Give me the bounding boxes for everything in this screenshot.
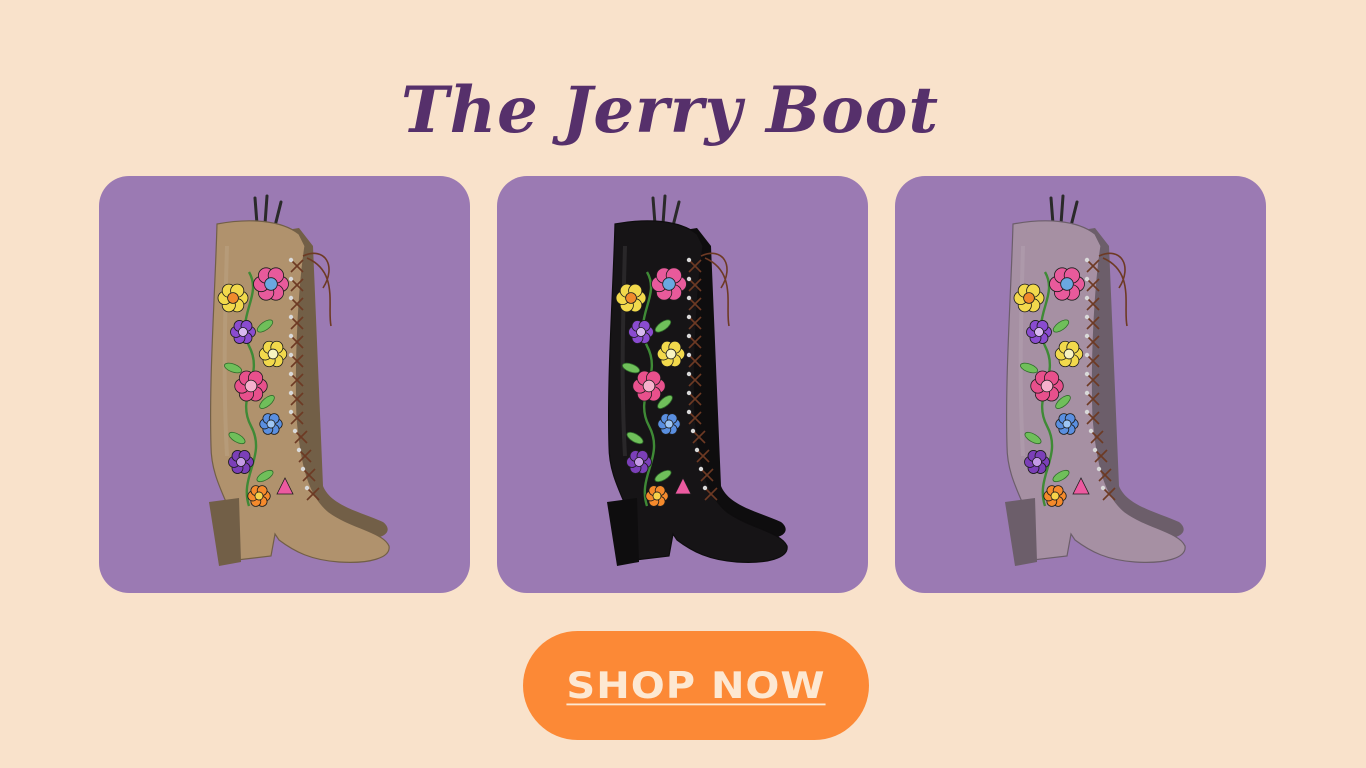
boot-illustration: [209, 194, 390, 566]
shop-now-button[interactable]: SHOP NOW: [523, 631, 869, 740]
product-card-lavender[interactable]: [895, 176, 1266, 593]
page-title: The Jerry Boot: [400, 73, 940, 148]
shop-now-label: SHOP NOW: [566, 664, 826, 707]
boot-illustration: [607, 194, 788, 566]
product-card-black[interactable]: [497, 176, 868, 593]
boot-illustration: [1005, 194, 1186, 566]
product-card-tan[interactable]: [99, 176, 470, 593]
